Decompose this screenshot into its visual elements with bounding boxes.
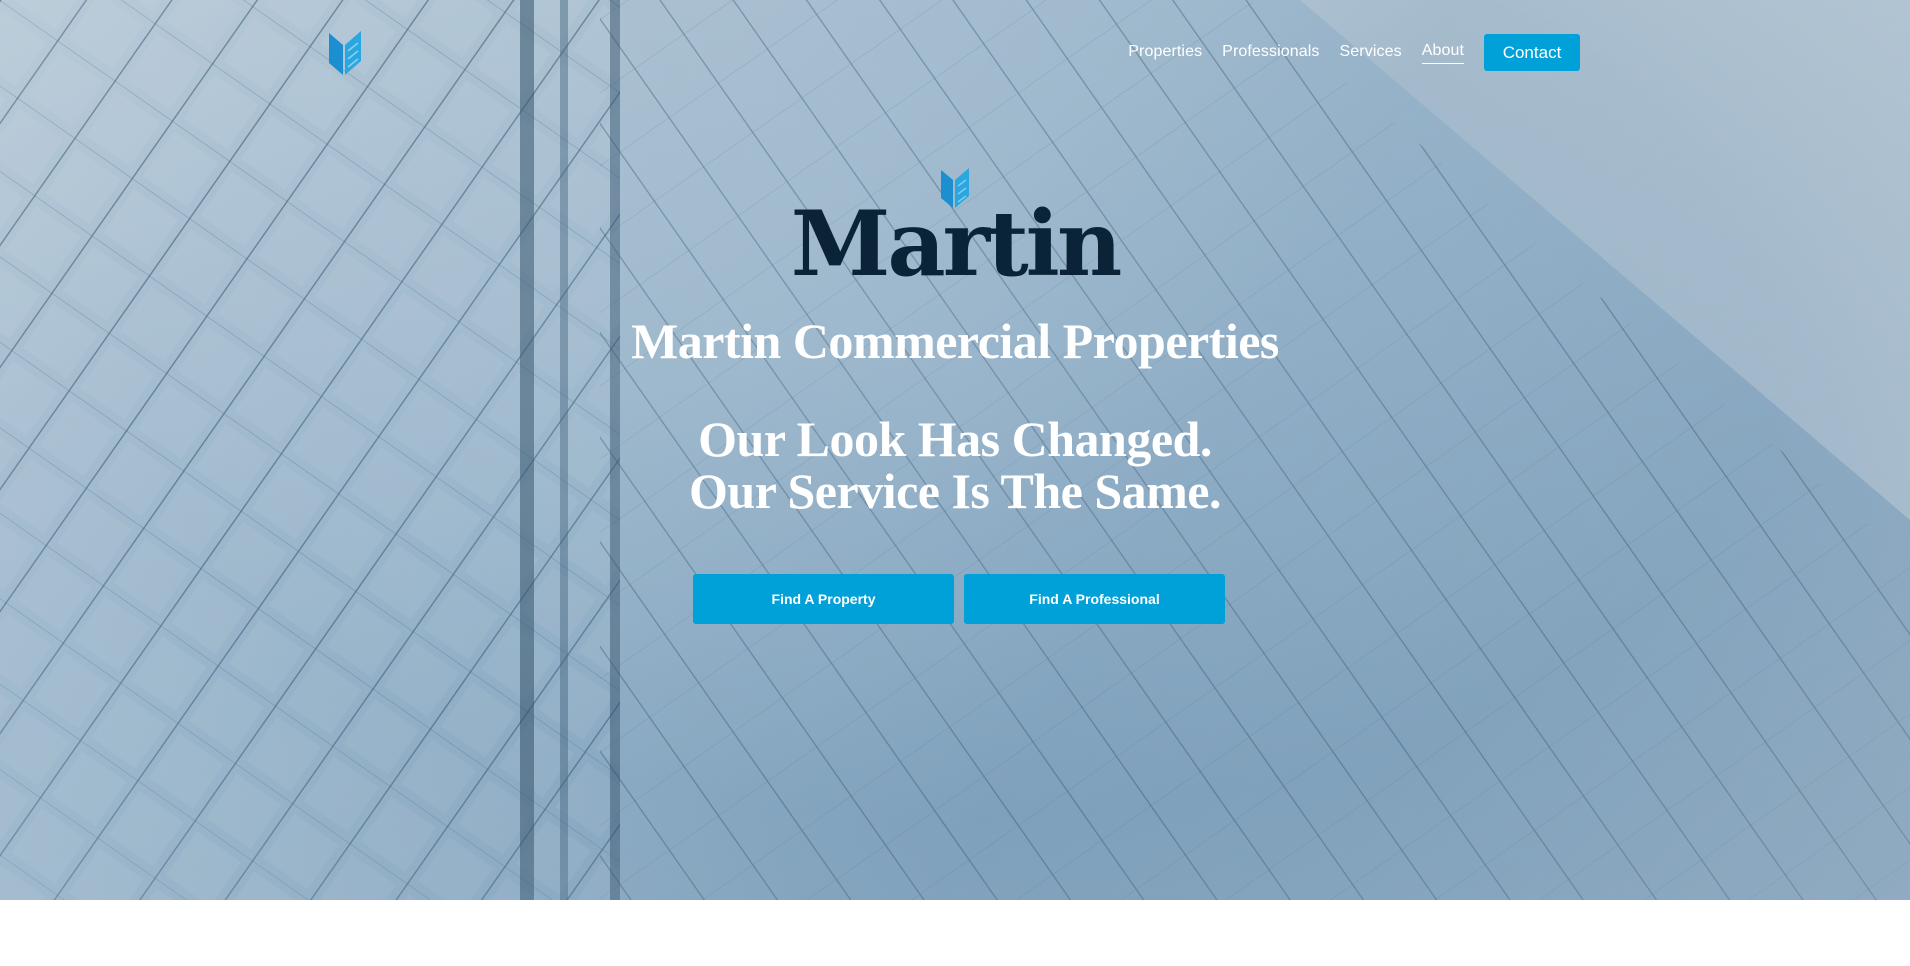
- find-professional-button[interactable]: Find A Professional: [964, 574, 1225, 624]
- nav-link-properties[interactable]: Properties: [1128, 42, 1202, 64]
- hero-tagline: Our Look Has Changed. Our Service Is The…: [0, 413, 1910, 517]
- martin-chevron-logo-icon[interactable]: [327, 27, 363, 79]
- tagline-line-2: Our Service Is The Same.: [689, 463, 1221, 519]
- nav-link-about[interactable]: About: [1421, 41, 1464, 64]
- find-property-button[interactable]: Find A Property: [693, 574, 954, 624]
- nav-link-services[interactable]: Services: [1340, 42, 1402, 64]
- site-header: Properties Professionals Services About …: [0, 0, 1910, 104]
- hero-section: Properties Professionals Services About …: [0, 0, 1910, 900]
- tagline-line-1: Our Look Has Changed.: [698, 411, 1212, 467]
- hero-cta-group: Find A Property Find A Professional: [693, 574, 1225, 624]
- contact-button[interactable]: Contact: [1484, 34, 1580, 71]
- nav-link-professionals[interactable]: Professionals: [1222, 42, 1319, 64]
- brand-wordmark: Martin: [790, 191, 1123, 297]
- main-nav: Properties Professionals Services About …: [1128, 34, 1580, 71]
- company-name-heading: Martin Commercial Properties: [631, 313, 1279, 369]
